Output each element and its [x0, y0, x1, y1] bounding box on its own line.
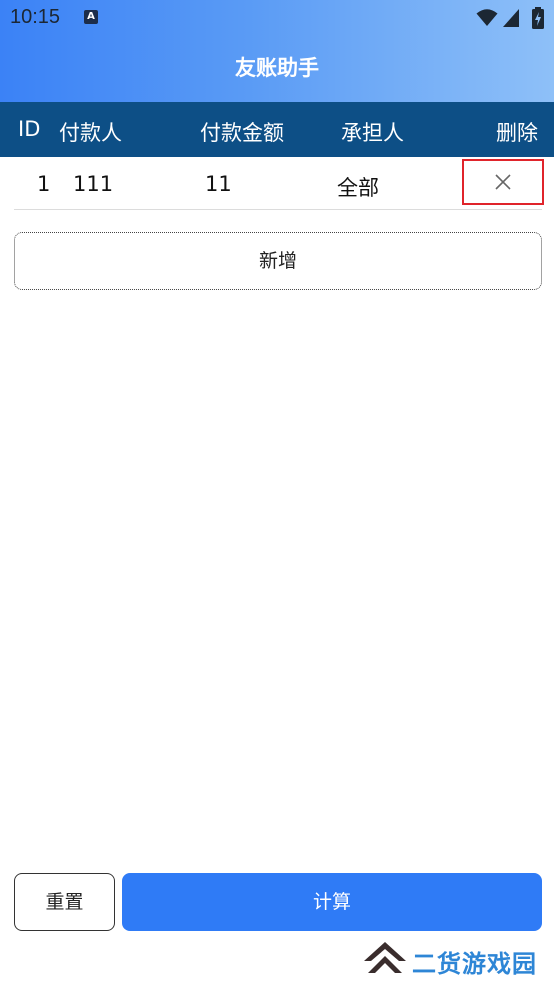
row-amount: 11 [205, 172, 232, 196]
app-screen: 10:15 A 友账助手 ID 付款人 付款金额 承担人 删除 1 111 11… [0, 0, 554, 984]
header-delete: 删除 [496, 121, 538, 145]
watermark-text: 二货游戏园 [412, 950, 537, 978]
add-button[interactable]: 新增 [14, 232, 542, 290]
header-bearer: 承担人 [341, 121, 404, 145]
row-payer: 111 [73, 172, 114, 196]
watermark: 二货游戏园 [362, 938, 552, 980]
reset-button[interactable]: 重置 [14, 873, 115, 931]
calculate-button[interactable]: 计算 [122, 873, 542, 931]
table-row: 1 111 11 全部 [14, 157, 544, 210]
page-title: 友账助手 [235, 56, 319, 80]
status-bar: 10:15 A [0, 0, 554, 38]
watermark-logo-icon [364, 942, 406, 973]
header-payer: 付款人 [59, 121, 122, 145]
header-amount: 付款金额 [200, 121, 284, 145]
row-bearer: 全部 [337, 176, 379, 200]
notification-icon: A [84, 10, 98, 24]
close-icon [495, 174, 511, 190]
app-header-background: 10:15 A 友账助手 [0, 0, 554, 102]
signal-icon [503, 9, 519, 27]
wifi-icon [476, 9, 498, 26]
table-header: ID 付款人 付款金额 承担人 删除 [0, 102, 554, 157]
delete-row-button[interactable] [462, 159, 544, 205]
status-time: 10:15 [10, 6, 61, 28]
battery-icon [532, 7, 544, 29]
row-id: 1 [37, 172, 51, 196]
header-id: ID [18, 117, 41, 141]
